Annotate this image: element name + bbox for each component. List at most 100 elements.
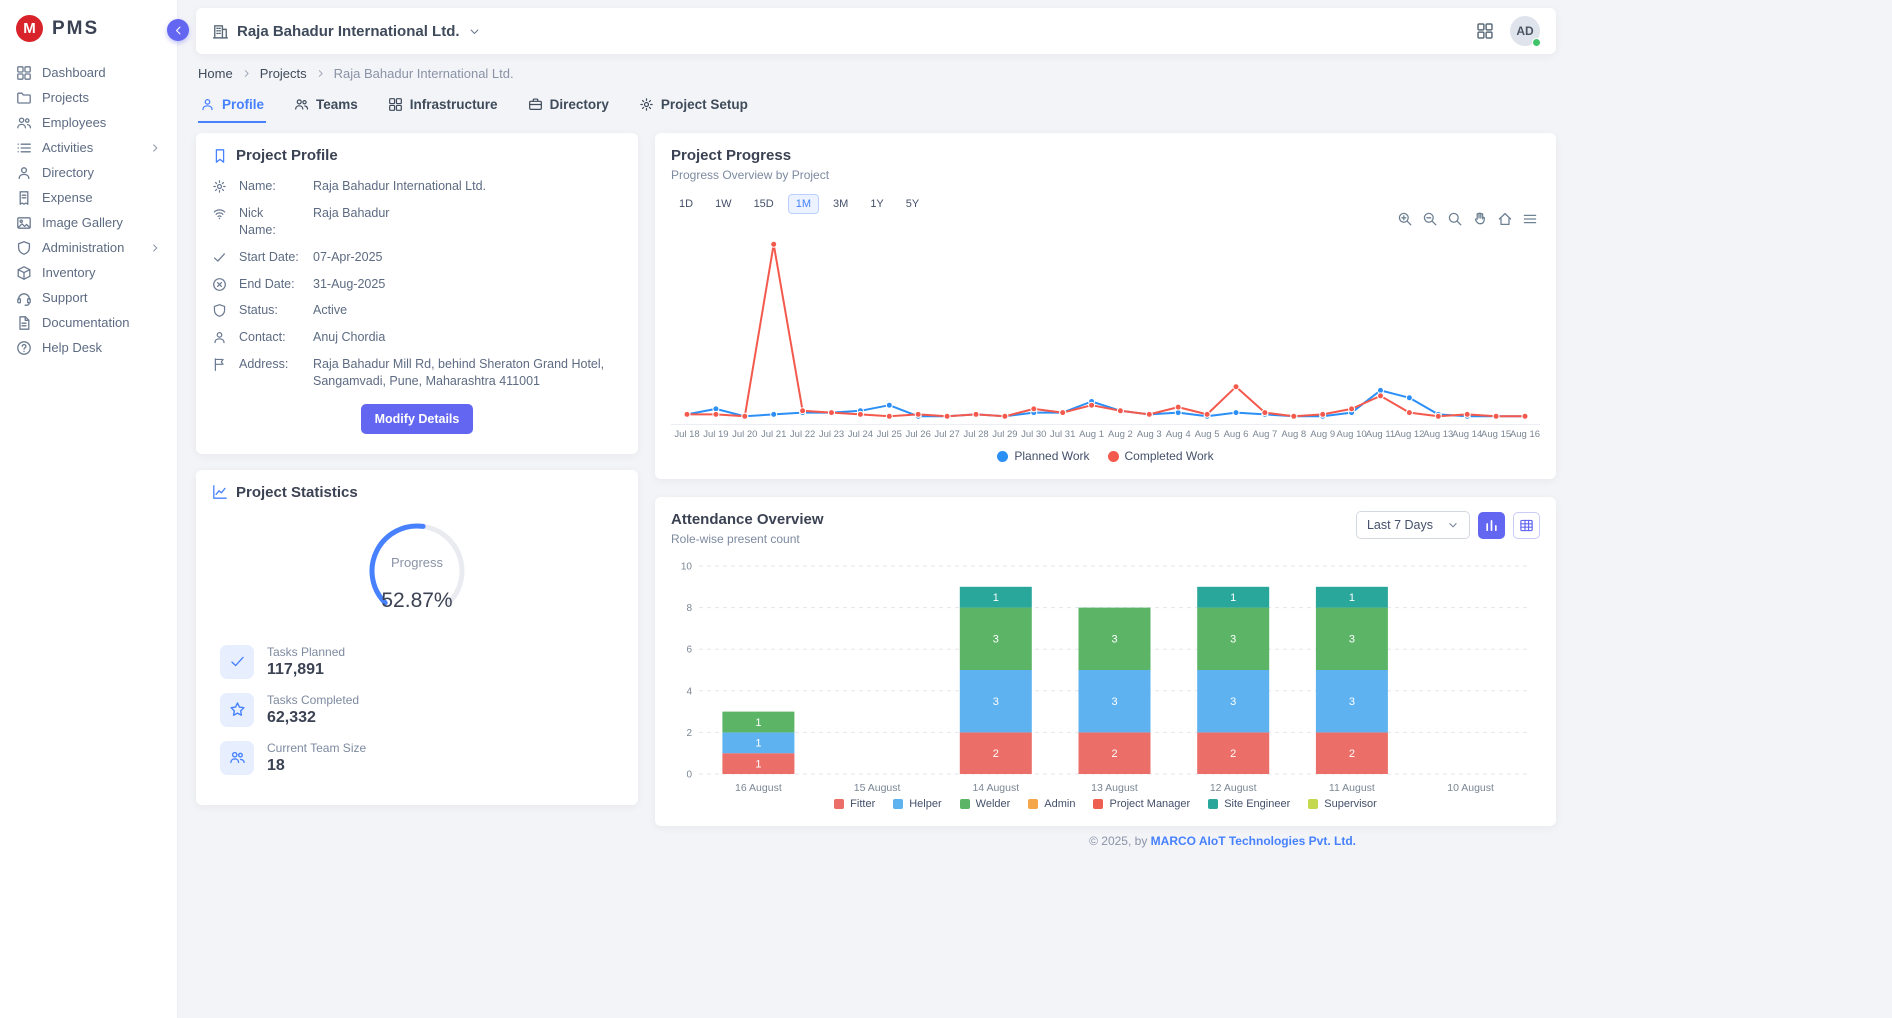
profile-field-address: Address:Raja Bahadur Mill Rd, behind She… bbox=[212, 356, 622, 390]
tab-profile[interactable]: Profile bbox=[198, 91, 266, 123]
sidebar-item-label: Directory bbox=[42, 165, 161, 180]
range-button-1w[interactable]: 1W bbox=[707, 194, 740, 214]
range-button-1y[interactable]: 1Y bbox=[862, 194, 891, 214]
range-button-15d[interactable]: 15D bbox=[746, 194, 782, 214]
apps-grid-icon[interactable] bbox=[1476, 22, 1494, 40]
menu-icon[interactable] bbox=[1522, 211, 1538, 227]
svg-text:Aug 3: Aug 3 bbox=[1137, 429, 1162, 440]
svg-text:Aug 10: Aug 10 bbox=[1337, 429, 1367, 440]
tab-project-setup[interactable]: Project Setup bbox=[637, 91, 750, 123]
svg-text:1: 1 bbox=[755, 717, 761, 729]
sidebar-item-image-gallery[interactable]: Image Gallery bbox=[0, 210, 177, 235]
person-icon bbox=[212, 330, 227, 346]
legend-planned-work[interactable]: Planned Work bbox=[997, 449, 1089, 463]
zoom-out-icon[interactable] bbox=[1422, 211, 1438, 227]
sidebar-item-help-desk[interactable]: Help Desk bbox=[0, 335, 177, 360]
sidebar-item-label: Inventory bbox=[42, 265, 161, 280]
svg-text:1: 1 bbox=[1349, 592, 1355, 604]
field-label: Name: bbox=[239, 178, 301, 195]
home-icon[interactable] bbox=[1497, 211, 1513, 227]
svg-text:Jul 24: Jul 24 bbox=[848, 429, 873, 440]
stat-label: Current Team Size bbox=[267, 741, 366, 755]
sidebar-item-inventory[interactable]: Inventory bbox=[0, 260, 177, 285]
legend-admin[interactable]: Admin bbox=[1028, 798, 1075, 810]
chart-view-toggle[interactable] bbox=[1478, 512, 1505, 539]
legend-helper[interactable]: Helper bbox=[893, 798, 941, 810]
company-selector[interactable]: Raja Bahadur International Ltd. bbox=[212, 23, 481, 40]
sidebar-item-label: Administration bbox=[42, 240, 139, 255]
legend-label: Planned Work bbox=[1014, 449, 1089, 463]
breadcrumb: HomeProjectsRaja Bahadur International L… bbox=[198, 66, 1554, 81]
legend-supervisor[interactable]: Supervisor bbox=[1308, 798, 1377, 810]
sidebar-item-support[interactable]: Support bbox=[0, 285, 177, 310]
sidebar-item-label: Help Desk bbox=[42, 340, 161, 355]
help-icon bbox=[16, 340, 32, 356]
sidebar-item-projects[interactable]: Projects bbox=[0, 85, 177, 110]
tab-infrastructure[interactable]: Infrastructure bbox=[386, 91, 500, 123]
table-view-toggle[interactable] bbox=[1513, 512, 1540, 539]
profile-card-title: Project Profile bbox=[236, 147, 338, 164]
topbar: Raja Bahadur International Ltd. AD bbox=[196, 8, 1556, 54]
breadcrumb-item-home[interactable]: Home bbox=[198, 66, 233, 81]
circle-x-icon bbox=[212, 277, 227, 293]
building-icon bbox=[212, 23, 229, 40]
svg-text:Aug 12: Aug 12 bbox=[1394, 429, 1424, 440]
legend-project-manager[interactable]: Project Manager bbox=[1093, 798, 1190, 810]
profile-field-nick-name: Nick Name:Raja Bahadur bbox=[212, 205, 622, 239]
svg-text:12 August: 12 August bbox=[1210, 782, 1257, 794]
attendance-card-subtitle: Role-wise present count bbox=[671, 532, 824, 546]
line-chart-legend: Planned Work Completed Work bbox=[671, 449, 1540, 463]
date-range-value: Last 7 Days bbox=[1367, 518, 1433, 532]
bar-chart-legend: Fitter Helper Welder Admin Project Manager Si… bbox=[671, 798, 1540, 810]
sidebar-item-directory[interactable]: Directory bbox=[0, 160, 177, 185]
footer-company-link[interactable]: MARCO AIoT Technologies Pvt. Ltd. bbox=[1151, 834, 1356, 848]
sidebar-item-documentation[interactable]: Documentation bbox=[0, 310, 177, 335]
tab-label: Profile bbox=[222, 97, 264, 112]
legend-welder[interactable]: Welder bbox=[960, 798, 1011, 810]
pan-icon[interactable] bbox=[1472, 211, 1488, 227]
legend-fitter[interactable]: Fitter bbox=[834, 798, 875, 810]
statistics-list: Tasks Planned117,891Tasks Completed62,33… bbox=[212, 645, 622, 775]
svg-text:Jul 19: Jul 19 bbox=[703, 429, 728, 440]
support-icon bbox=[16, 290, 32, 306]
tab-directory[interactable]: Directory bbox=[526, 91, 611, 123]
app-logo[interactable]: M PMS bbox=[0, 0, 177, 54]
sidebar-collapse-button[interactable] bbox=[167, 19, 189, 41]
range-button-5y[interactable]: 5Y bbox=[898, 194, 927, 214]
sidebar-item-administration[interactable]: Administration bbox=[0, 235, 177, 260]
search-icon[interactable] bbox=[1447, 211, 1463, 227]
breadcrumb-item-projects[interactable]: Projects bbox=[260, 66, 307, 81]
svg-text:Aug 11: Aug 11 bbox=[1366, 429, 1395, 440]
attendance-bar-chart[interactable]: 024681011116 August15 August233114 Augus… bbox=[671, 554, 1540, 794]
date-range-select[interactable]: Last 7 Days bbox=[1356, 511, 1470, 539]
gear-icon bbox=[639, 97, 654, 112]
progress-card-subtitle: Progress Overview by Project bbox=[671, 168, 1540, 182]
stat-value: 62,332 bbox=[267, 709, 359, 727]
users-icon bbox=[294, 97, 309, 112]
range-button-1m[interactable]: 1M bbox=[788, 194, 819, 214]
modify-details-button[interactable]: Modify Details bbox=[361, 404, 474, 434]
legend-site-engineer[interactable]: Site Engineer bbox=[1208, 798, 1290, 810]
legend-completed-work[interactable]: Completed Work bbox=[1108, 449, 1214, 463]
zoom-in-icon[interactable] bbox=[1397, 211, 1413, 227]
profile-fields: Name:Raja Bahadur International Ltd.Nick… bbox=[212, 178, 622, 390]
stat-value: 18 bbox=[267, 757, 366, 775]
svg-text:Jul 18: Jul 18 bbox=[674, 429, 699, 440]
avatar[interactable]: AD bbox=[1510, 16, 1540, 46]
sidebar-item-dashboard[interactable]: Dashboard bbox=[0, 60, 177, 85]
sidebar-item-expense[interactable]: Expense bbox=[0, 185, 177, 210]
document-icon bbox=[16, 315, 32, 331]
svg-text:Aug 13: Aug 13 bbox=[1423, 429, 1453, 440]
svg-text:Aug 14: Aug 14 bbox=[1452, 429, 1482, 440]
svg-text:11 August: 11 August bbox=[1329, 782, 1375, 794]
tab-teams[interactable]: Teams bbox=[292, 91, 360, 123]
sidebar-item-activities[interactable]: Activities bbox=[0, 135, 177, 160]
sidebar-item-employees[interactable]: Employees bbox=[0, 110, 177, 135]
progress-line-chart[interactable]: Jul 18Jul 19Jul 20Jul 21Jul 22Jul 23Jul … bbox=[671, 220, 1540, 445]
progress-card-title: Project Progress bbox=[671, 147, 1540, 164]
legend-marker bbox=[1308, 799, 1318, 809]
range-button-3m[interactable]: 3M bbox=[825, 194, 856, 214]
check-icon bbox=[212, 250, 227, 266]
progress-gauge: Progress 52.87% bbox=[342, 511, 492, 629]
range-button-1d[interactable]: 1D bbox=[671, 194, 701, 214]
